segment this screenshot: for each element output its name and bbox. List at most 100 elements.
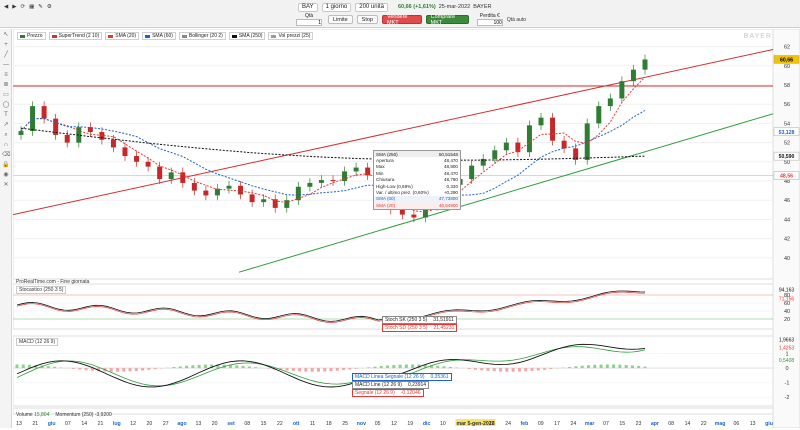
- macd-histogram-bar: [480, 368, 483, 370]
- candle-body: [111, 140, 116, 148]
- candle-body: [608, 98, 613, 106]
- stoch-d-value: 21,45231: [434, 325, 455, 331]
- macd-histogram-bar: [631, 365, 634, 368]
- grid-icon[interactable]: ▦: [29, 4, 34, 10]
- units-select[interactable]: 200 unità: [355, 3, 388, 12]
- arrow-icon[interactable]: ↗: [2, 121, 10, 129]
- macd-histogram-bar: [449, 367, 452, 368]
- loss-input[interactable]: [477, 19, 503, 26]
- momentum-panel-label[interactable]: Momentum (250) -3,9200: [55, 412, 111, 418]
- legend-swatch: [232, 35, 237, 38]
- trash-icon[interactable]: ✕: [2, 181, 10, 189]
- legend-item[interactable]: SuperTrend (2 10): [49, 32, 103, 40]
- macd-histogram-bar: [204, 365, 207, 368]
- loss-group: Perdita €: [477, 13, 503, 26]
- sell-market-button[interactable]: Vendere MKT: [382, 15, 422, 24]
- macd-histogram-bar: [147, 368, 150, 370]
- settings-icon[interactable]: ⚙: [47, 4, 52, 10]
- fibonacci-icon[interactable]: ≣: [2, 81, 10, 89]
- legend-item[interactable]: Vol prezzi (25): [268, 32, 313, 40]
- trendline-icon[interactable]: ╱: [2, 51, 10, 59]
- xaxis-label: 27: [163, 421, 169, 427]
- magnet-icon[interactable]: ∩: [2, 141, 10, 149]
- legend-item[interactable]: SMA (250): [229, 32, 266, 40]
- candle-body: [504, 143, 509, 151]
- tooltip-sma60-value: 47,73800: [439, 196, 458, 201]
- candle-body: [539, 118, 544, 126]
- macd-histogram-bar: [355, 368, 358, 369]
- footer-note: ProRealTime.com - Fine giornata: [16, 279, 89, 285]
- macd-histogram-bar: [248, 366, 251, 368]
- macd-histogram-bar: [505, 368, 508, 372]
- stoch-title[interactable]: Stocastico (250 3 5): [16, 286, 66, 294]
- buy-market-button[interactable]: Comprare MKT: [426, 15, 469, 24]
- macd-histogram-bar: [530, 368, 533, 371]
- xaxis-label: 18: [326, 421, 332, 427]
- eraser-icon[interactable]: ⌫: [2, 151, 10, 159]
- macd-histogram-bar: [173, 367, 176, 368]
- macd-histogram-bar: [593, 365, 596, 368]
- xaxis-label: 06: [734, 421, 740, 427]
- macd-marker-label: 1,9663: [779, 337, 795, 343]
- stoch-tick-label: 40: [784, 309, 790, 315]
- period-select[interactable]: 1 giorno: [322, 3, 352, 12]
- candle-body: [411, 215, 416, 218]
- auto-qty-label[interactable]: Qtà auto: [507, 17, 526, 23]
- xaxis-label: lug: [113, 421, 121, 427]
- legend-item[interactable]: Prezzo: [17, 32, 46, 40]
- candle-body: [400, 210, 405, 215]
- xaxis-label: giu: [765, 421, 773, 427]
- ellipse-icon[interactable]: ◯: [2, 101, 10, 109]
- macd-hist-label: Segnale (12 26 9)-0,12046: [352, 389, 424, 397]
- tooltip-sma20-value: 46,64900: [439, 203, 458, 208]
- macd-histogram-bar: [59, 367, 62, 368]
- lock-icon[interactable]: 🔒: [2, 161, 10, 169]
- macd-histogram-bar: [568, 367, 571, 368]
- xaxis-label: 24: [570, 421, 576, 427]
- qty-input[interactable]: [296, 19, 322, 26]
- candle-body: [19, 131, 24, 135]
- back-icon[interactable]: ◀: [4, 4, 8, 10]
- xaxis-label: 21: [98, 421, 104, 427]
- macd-histogram-bar: [600, 365, 603, 369]
- macd-histogram-bar: [637, 366, 640, 368]
- cursor-icon[interactable]: ↖: [2, 31, 10, 39]
- rectangle-icon[interactable]: ▭: [2, 91, 10, 99]
- eye-icon[interactable]: ◉: [2, 171, 10, 179]
- chart-area[interactable]: 62605856545250484644424060,6653,12850,59…: [13, 29, 800, 428]
- macd-title[interactable]: MACD (12 26 9): [16, 338, 58, 346]
- legend-item[interactable]: SMA (20): [105, 32, 139, 40]
- tooltip-row-value: +0,290: [444, 190, 458, 195]
- forward-icon[interactable]: ▶: [12, 4, 16, 10]
- legend-item[interactable]: Bollinger (20 2): [179, 32, 226, 40]
- macd-histogram-bar: [367, 367, 370, 368]
- xaxis-label: 20: [147, 421, 153, 427]
- text-icon[interactable]: T: [2, 111, 10, 119]
- channel-icon[interactable]: ≡: [2, 71, 10, 79]
- crosshair-icon[interactable]: +: [2, 41, 10, 49]
- price-marker-label: 48,56: [780, 174, 793, 180]
- refresh-icon[interactable]: ⟳: [20, 4, 25, 10]
- macd-histogram-bar: [317, 368, 320, 372]
- legend-item[interactable]: SMA (60): [142, 32, 176, 40]
- zoom-icon[interactable]: ⌕: [2, 131, 10, 139]
- legend-label: SuperTrend (2 10): [59, 33, 100, 39]
- stoch-d-label: Stoch SD (250 3 5)21,45231: [382, 324, 457, 332]
- tooltip-sma20-label: SMA (20): [376, 203, 395, 208]
- tooltip-row-label: Var. / ultimo prez. (0,60%): [376, 190, 429, 195]
- volume-panel-label[interactable]: Volume 15,804: [16, 412, 49, 418]
- buy-label: Comprare MKT: [431, 14, 464, 26]
- xaxis-label: ago: [177, 421, 186, 427]
- draw-icon[interactable]: ✎: [38, 4, 43, 10]
- limit-button[interactable]: Limite: [328, 15, 353, 24]
- macd-histogram-bar: [185, 366, 188, 368]
- bottom-panels: Volume 15,804 Momentum (250) -3,9200: [16, 412, 112, 418]
- momentum-label: Momentum (250): [55, 412, 93, 418]
- horizontal-line-icon[interactable]: —: [2, 61, 10, 69]
- xaxis-label: 20: [212, 421, 218, 427]
- symbol-select[interactable]: BAY: [298, 3, 318, 12]
- macd-histogram-bar: [298, 368, 301, 371]
- xaxis-label: 22: [277, 421, 283, 427]
- legend-label: SMA (20): [115, 33, 136, 39]
- stop-button[interactable]: Stop: [357, 15, 378, 24]
